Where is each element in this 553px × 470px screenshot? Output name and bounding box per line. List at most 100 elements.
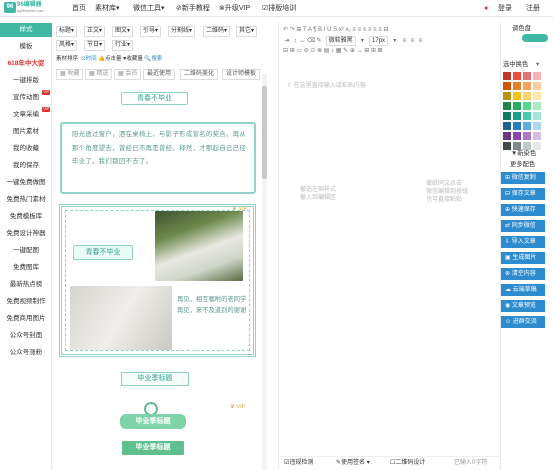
action-button[interactable]: ⊞ 微信复制 — [501, 172, 545, 184]
chip-featured[interactable]: ▦ 精选 — [85, 69, 113, 80]
nav-tutorial[interactable]: ⊘新手教程 — [176, 0, 210, 17]
nav-home[interactable]: 首页 — [72, 0, 86, 17]
filter-body[interactable]: 正文▾ — [84, 26, 106, 37]
clear-format-icon[interactable]: ⌫ — [307, 36, 315, 46]
template-tag-1[interactable]: 毕业季标题 — [120, 414, 186, 429]
custom-color-button[interactable]: ▼新染色 — [511, 150, 536, 158]
color-swatch[interactable] — [503, 72, 511, 80]
color-swatch[interactable] — [513, 82, 521, 90]
color-swatch[interactable] — [513, 72, 521, 80]
filter-qrcode[interactable]: 二维码▾ — [203, 26, 231, 37]
editor-toolbar-row1[interactable]: ↶ ↷ ⊞ T A ¶ B I U S x² x₂ ≡ ≡ ≡ ≡ ≡ ≡ ⊟ — [283, 25, 497, 35]
color-swatch[interactable] — [533, 72, 541, 80]
color-swatch[interactable] — [523, 132, 531, 140]
register-link[interactable]: 注册 — [526, 0, 540, 17]
more-colors-link[interactable]: 更多配色 — [510, 161, 535, 169]
color-swatch[interactable] — [533, 132, 541, 140]
color-swatch[interactable] — [523, 72, 531, 80]
category-favorites[interactable]: 我的收藏 — [0, 142, 52, 156]
action-button[interactable]: ⊟ 保存文章 — [501, 188, 545, 200]
category-promo[interactable]: 618年中大促 — [0, 57, 52, 71]
filter-guide[interactable]: 引导▾ — [140, 26, 162, 37]
action-button[interactable]: ☁ 云端草稿 — [501, 284, 545, 296]
size-select[interactable]: 17px — [369, 36, 389, 46]
filter-title[interactable]: 标题▾ — [56, 26, 78, 37]
category-commercial[interactable]: 免费商用图片 — [0, 312, 52, 326]
color-swatch[interactable] — [513, 102, 521, 110]
color-swatch[interactable] — [523, 112, 531, 120]
color-swatch[interactable] — [513, 142, 521, 150]
category-article-collect[interactable]: 文章采编 VIP — [0, 107, 52, 122]
color-swatch[interactable] — [503, 92, 511, 100]
template-box-1[interactable]: 阳光透过窗户，洒在桌椅上，与影子形成宣名的契合。再从那个角度望去，曾经已不再是曾… — [60, 122, 256, 194]
color-swatch[interactable] — [533, 112, 541, 120]
color-swatch[interactable] — [533, 92, 541, 100]
category-style[interactable]: 样式 — [0, 23, 52, 37]
category-cover[interactable]: 公众号封面 — [0, 329, 52, 343]
sort-likes[interactable]: 👍点击量 — [98, 56, 121, 62]
color-swatch[interactable] — [523, 122, 531, 130]
filter-image-text[interactable]: 图文▾ — [112, 26, 134, 37]
notification-icon[interactable]: ● — [484, 0, 488, 17]
filter-industry[interactable]: 行业▾ — [112, 40, 134, 51]
chip-favorites[interactable]: ▦ 收藏 — [56, 69, 84, 80]
color-swatch[interactable] — [503, 82, 511, 90]
chevron-down-icon[interactable]: ▾ — [536, 61, 539, 69]
action-button[interactable]: ⇩ 导入文章 — [501, 236, 545, 248]
filter-divider[interactable]: 分割线▾ — [168, 26, 196, 37]
filter-style[interactable]: 风格▾ — [56, 40, 78, 51]
category-video[interactable]: 免费视频制作 — [0, 295, 52, 309]
color-swatch[interactable] — [503, 102, 511, 110]
qr-design-button[interactable]: ☐二维码设计 — [390, 457, 425, 469]
color-swatch[interactable] — [503, 132, 511, 140]
color-swatch[interactable] — [523, 142, 531, 150]
site-logo[interactable]: 96 96编辑器 ipyi96weixin.com — [4, 2, 43, 15]
color-swatch[interactable] — [533, 82, 541, 90]
template-title-3[interactable]: 毕业季标题 — [121, 372, 189, 386]
category-design-tool[interactable]: 免费设计神器 — [0, 227, 52, 241]
signature-button[interactable]: ✎使用签名 ▾ — [336, 457, 370, 469]
filter-other[interactable]: 其它▾ — [236, 26, 258, 37]
color-swatch[interactable] — [523, 82, 531, 90]
chip-recent[interactable]: 最近使用 — [143, 69, 176, 80]
color-swatch[interactable] — [523, 102, 531, 110]
template-scrollbar-thumb[interactable] — [262, 86, 267, 179]
chip-member[interactable]: ▦ 会员 — [114, 69, 142, 80]
action-button[interactable]: ☺ 进群交流 — [501, 316, 545, 328]
violation-check-button[interactable]: ☑违规检测 — [284, 457, 313, 469]
action-button[interactable]: ▣ 生成图片 — [501, 252, 545, 264]
color-swatch[interactable] — [503, 112, 511, 120]
color-swatch[interactable] — [523, 92, 531, 100]
template-title-1[interactable]: 青春不毕业 — [121, 92, 188, 105]
category-followers[interactable]: 公众号涨粉 — [0, 346, 52, 360]
nav-training[interactable]: ☑排版培训 — [262, 0, 296, 17]
color-swatch[interactable] — [533, 102, 541, 110]
color-swatch[interactable] — [503, 122, 511, 130]
nav-wechat-tools[interactable]: 微信工具▾ — [133, 0, 165, 17]
action-button[interactable]: ⊗ 清空内容 — [501, 268, 545, 280]
category-template-lib[interactable]: 免费模板库 — [0, 210, 52, 224]
chevron-down-icon[interactable]: ▾ — [391, 36, 399, 46]
action-button[interactable]: ◉ 文章预览 — [501, 300, 545, 312]
category-saved[interactable]: 我的保存 — [0, 159, 52, 173]
category-one-click[interactable]: 一键排版 — [0, 74, 52, 88]
category-gif[interactable]: 宣传动图 VIP — [0, 90, 52, 105]
color-swatch[interactable] — [513, 132, 521, 140]
filter-holiday[interactable]: 节日▾ — [84, 40, 106, 51]
color-swatch[interactable] — [503, 142, 511, 150]
sort-search[interactable]: 🔍搜索 — [144, 56, 162, 62]
template-tag-2[interactable]: 毕业季标题 — [122, 441, 184, 455]
chip-designer[interactable]: 设计师模板 — [222, 69, 261, 80]
editor-toolbar-row3[interactable]: ⊟ ⊞ ▭ ⊘ ⊙ ⊗ ▤ ♪ ▦ ✎ ⊕ ↔ ⊞ ⊞ ⊠ — [283, 46, 497, 56]
letter-spacing-icon[interactable]: ↔ — [299, 36, 307, 46]
indent-icon[interactable]: ⇥ — [283, 36, 291, 46]
list-icon[interactable]: ≡ — [400, 36, 408, 46]
color-swatch[interactable] — [513, 112, 521, 120]
color-swatch[interactable] — [513, 92, 521, 100]
category-hot-material[interactable]: 免费热门素材 — [0, 193, 52, 207]
paint-icon[interactable]: ✎ — [315, 36, 323, 46]
category-trending[interactable]: 最新热点榜 — [0, 278, 52, 292]
action-button[interactable]: ⇄ 同步微信 — [501, 220, 545, 232]
color-swatch[interactable] — [513, 122, 521, 130]
category-template[interactable]: 模板 — [0, 40, 52, 54]
